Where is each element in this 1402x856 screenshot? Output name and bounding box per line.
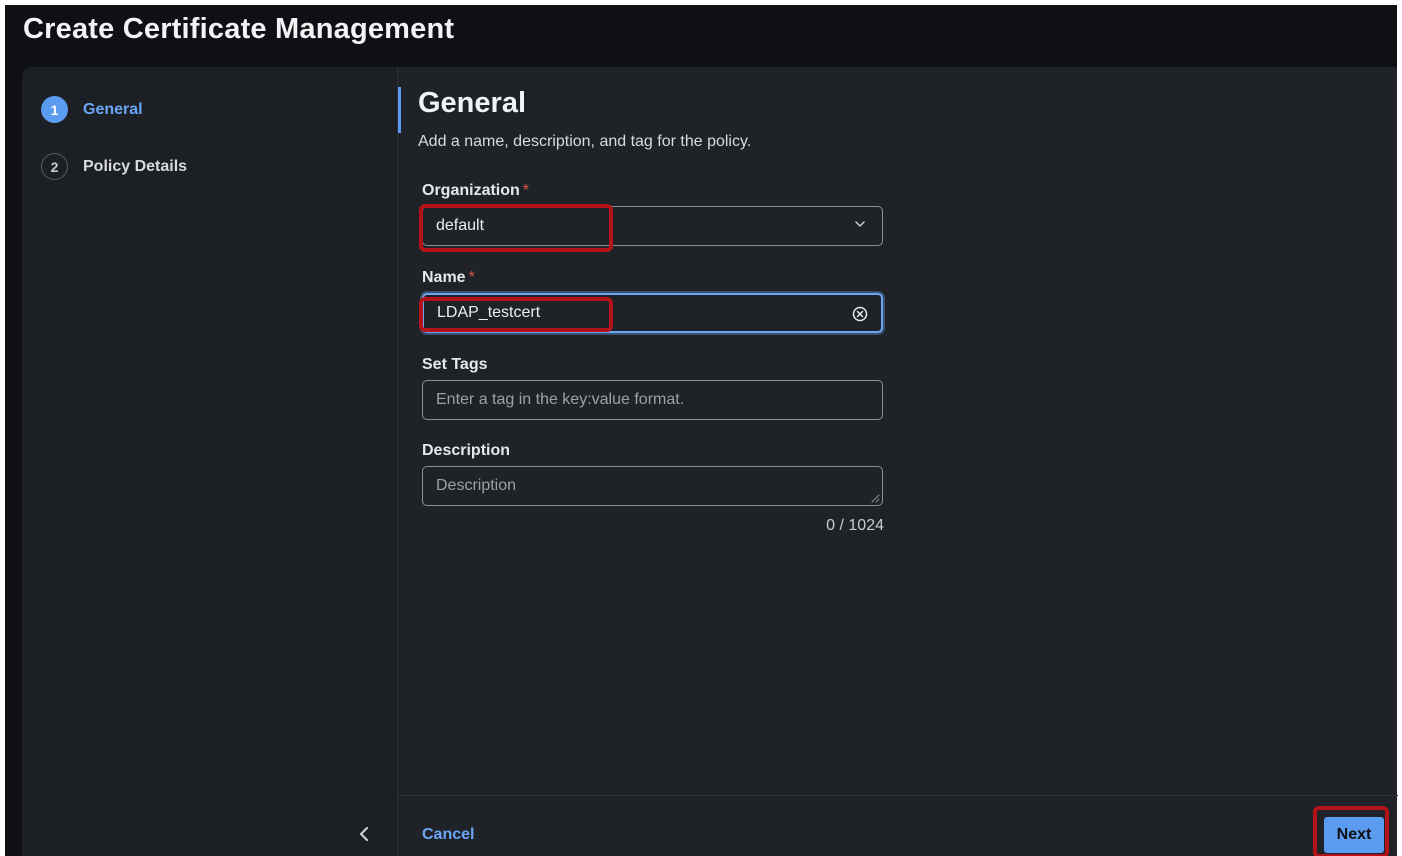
name-field[interactable]: LDAP_testcert <box>422 293 883 333</box>
organization-select[interactable]: default <box>422 206 883 246</box>
step-number-2: 2 <box>41 153 68 180</box>
step-policy-details[interactable]: 2 Policy Details <box>41 153 187 180</box>
description-char-counter: 0 / 1024 <box>826 517 884 534</box>
name-value: LDAP_testcert <box>437 304 541 321</box>
chevron-down-icon <box>855 221 865 228</box>
step-label-policy-details: Policy Details <box>83 157 188 175</box>
page-title: Create Certificate Management <box>23 13 455 45</box>
collapse-sidebar-button[interactable] <box>352 822 376 846</box>
tags-placeholder: Enter a tag in the key:value format. <box>436 391 685 408</box>
next-button[interactable]: Next <box>1324 817 1384 853</box>
organization-value: default <box>436 217 485 234</box>
name-label-text: Name <box>422 269 466 286</box>
tags-input[interactable]: Enter a tag in the key:value format. <box>422 380 883 420</box>
cancel-button[interactable]: Cancel <box>422 826 474 844</box>
wizard-sidebar: 1 General 2 Policy Details <box>22 67 397 856</box>
organization-label-text: Organization <box>422 182 520 199</box>
name-label: Name * <box>422 269 475 287</box>
clear-circle-icon[interactable] <box>852 306 868 322</box>
step-number-1: 1 <box>41 96 68 123</box>
description-label: Description <box>422 442 511 459</box>
section-title: General <box>418 87 526 119</box>
app-frame: Create Certificate Management 1 General … <box>5 5 1398 856</box>
required-marker: * <box>522 182 530 199</box>
section-accent-bar <box>398 87 401 133</box>
step-general[interactable]: 1 General <box>41 96 143 123</box>
wizard-footer: Cancel Next <box>398 795 1398 856</box>
required-marker: * <box>468 269 475 286</box>
step-label-general: General <box>83 100 143 118</box>
organization-label: Organization * <box>422 182 529 200</box>
description-placeholder: Description <box>436 477 517 494</box>
section-description: Add a name, description, and tag for the… <box>418 133 752 150</box>
resize-grip-icon[interactable] <box>871 494 880 503</box>
main-panel: General Add a name, description, and tag… <box>397 67 1398 856</box>
chevron-left-icon <box>359 827 368 841</box>
description-textarea[interactable]: Description <box>422 466 883 506</box>
tags-label: Set Tags <box>422 356 488 373</box>
